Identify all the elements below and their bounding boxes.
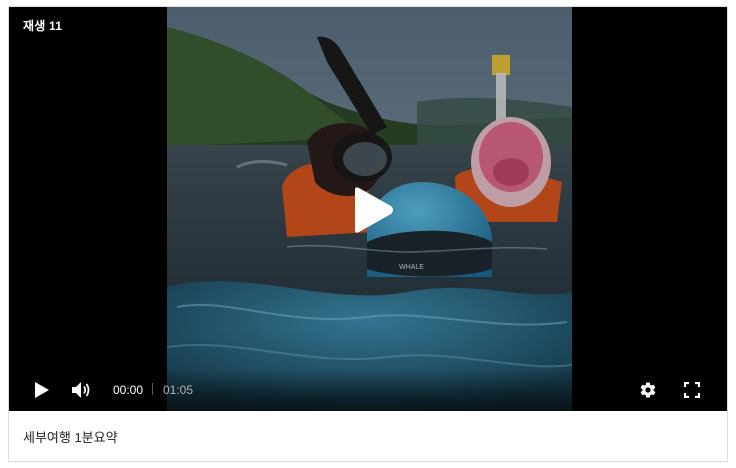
video-caption: 세부여행 1분요약	[9, 411, 727, 461]
video-title: 세부여행 1분요약	[23, 429, 118, 445]
fullscreen-icon	[684, 382, 700, 398]
play-button[interactable]	[31, 379, 53, 401]
svg-text:WHALE: WHALE	[399, 264, 424, 271]
play-count: 재생 11	[23, 19, 63, 33]
volume-button[interactable]	[70, 379, 92, 401]
video-card: WHALE 재생 11 00:00 01:05 세부여행 1분요약	[8, 6, 728, 462]
current-time: 00:00	[113, 383, 144, 397]
fullscreen-button[interactable]	[681, 379, 703, 401]
total-duration: 01:05	[163, 383, 194, 397]
settings-button[interactable]	[637, 379, 659, 401]
video-player[interactable]: WHALE 재생 11 00:00 01:05	[9, 7, 727, 411]
big-play-button[interactable]	[335, 182, 409, 238]
time-divider	[152, 383, 153, 395]
volume-icon	[72, 382, 90, 398]
control-bar: 00:00 01:05	[9, 369, 727, 411]
play-icon	[35, 382, 49, 398]
gear-icon	[640, 382, 656, 398]
play-icon	[355, 187, 393, 233]
